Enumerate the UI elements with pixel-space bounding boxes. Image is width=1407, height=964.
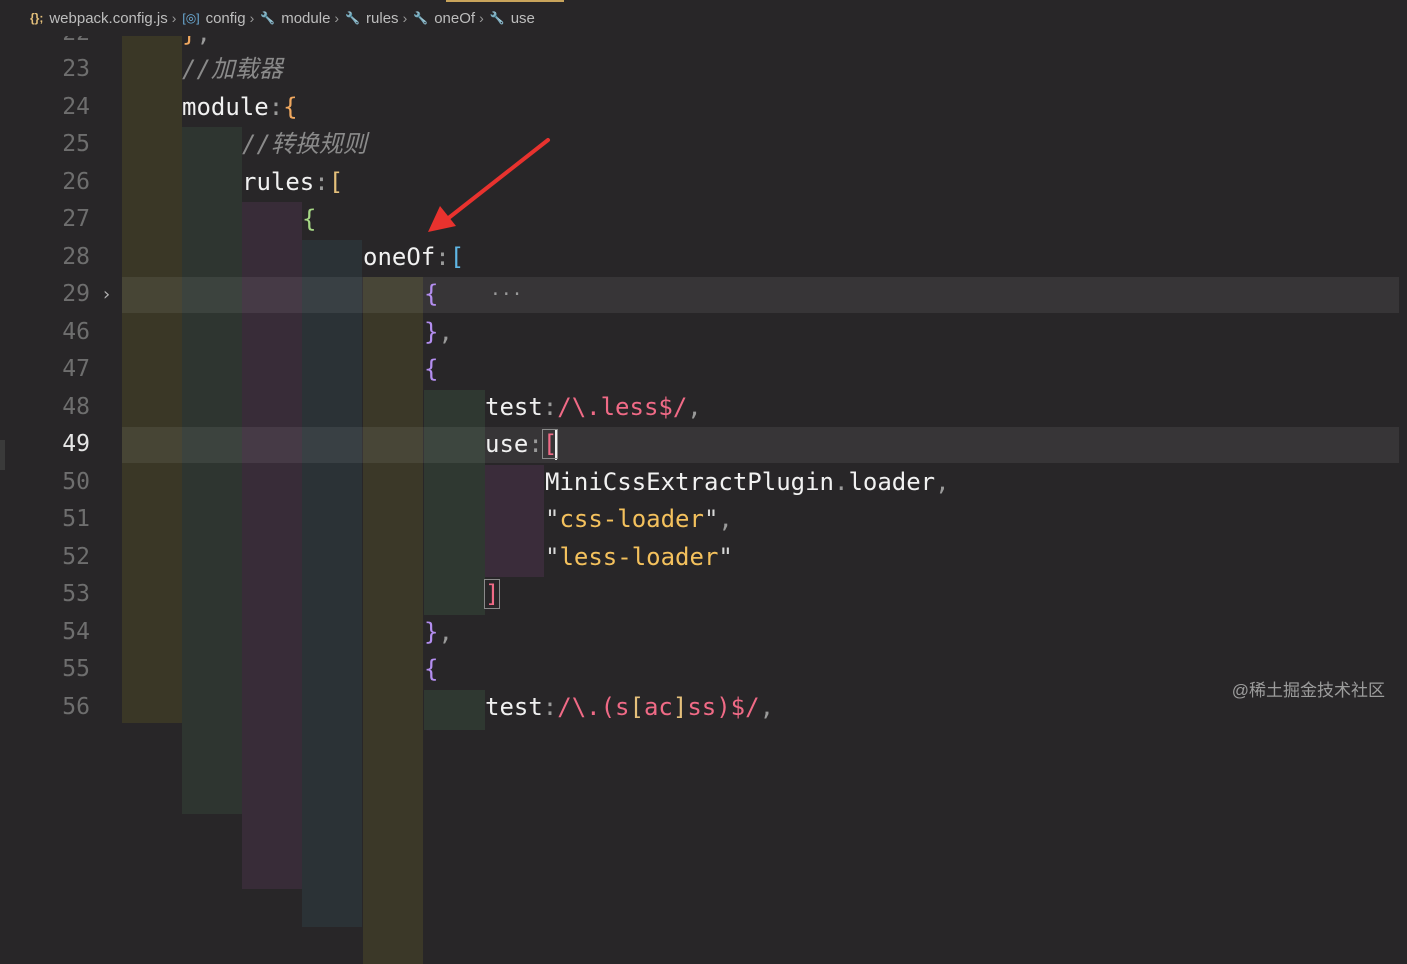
breadcrumb-item-module[interactable]: 🔧 module › — [260, 10, 345, 27]
js-file-icon: {}; — [30, 11, 44, 25]
breadcrumb-item-config[interactable]: [◎] config › — [182, 10, 260, 27]
variable-icon: [◎] — [182, 11, 200, 25]
breadcrumb-item-oneof[interactable]: 🔧 oneOf › — [413, 10, 490, 27]
wrench-icon: 🔧 — [260, 11, 276, 25]
chevron-right-icon: › — [249, 10, 255, 26]
wrench-icon: 🔧 — [345, 11, 361, 25]
chevron-right-icon: › — [171, 10, 177, 26]
annotation-arrow — [428, 138, 550, 232]
breadcrumb-item-use[interactable]: 🔧 use — [490, 10, 535, 27]
breadcrumb-accent-line — [446, 0, 564, 2]
chevron-right-icon: › — [334, 10, 340, 26]
chevron-right-icon: › — [479, 10, 484, 26]
watermark: @稀土掘金技术社区 — [1231, 681, 1385, 700]
breadcrumb-item-file[interactable]: {}; webpack.config.js › — [30, 10, 182, 27]
breadcrumb: {}; webpack.config.js › [◎] config › 🔧 m… — [0, 0, 1407, 36]
wrench-icon: 🔧 — [413, 11, 429, 25]
chevron-right-icon: › — [402, 10, 408, 26]
wrench-icon: 🔧 — [489, 11, 505, 25]
breadcrumb-item-rules[interactable]: 🔧 rules › — [345, 10, 413, 27]
